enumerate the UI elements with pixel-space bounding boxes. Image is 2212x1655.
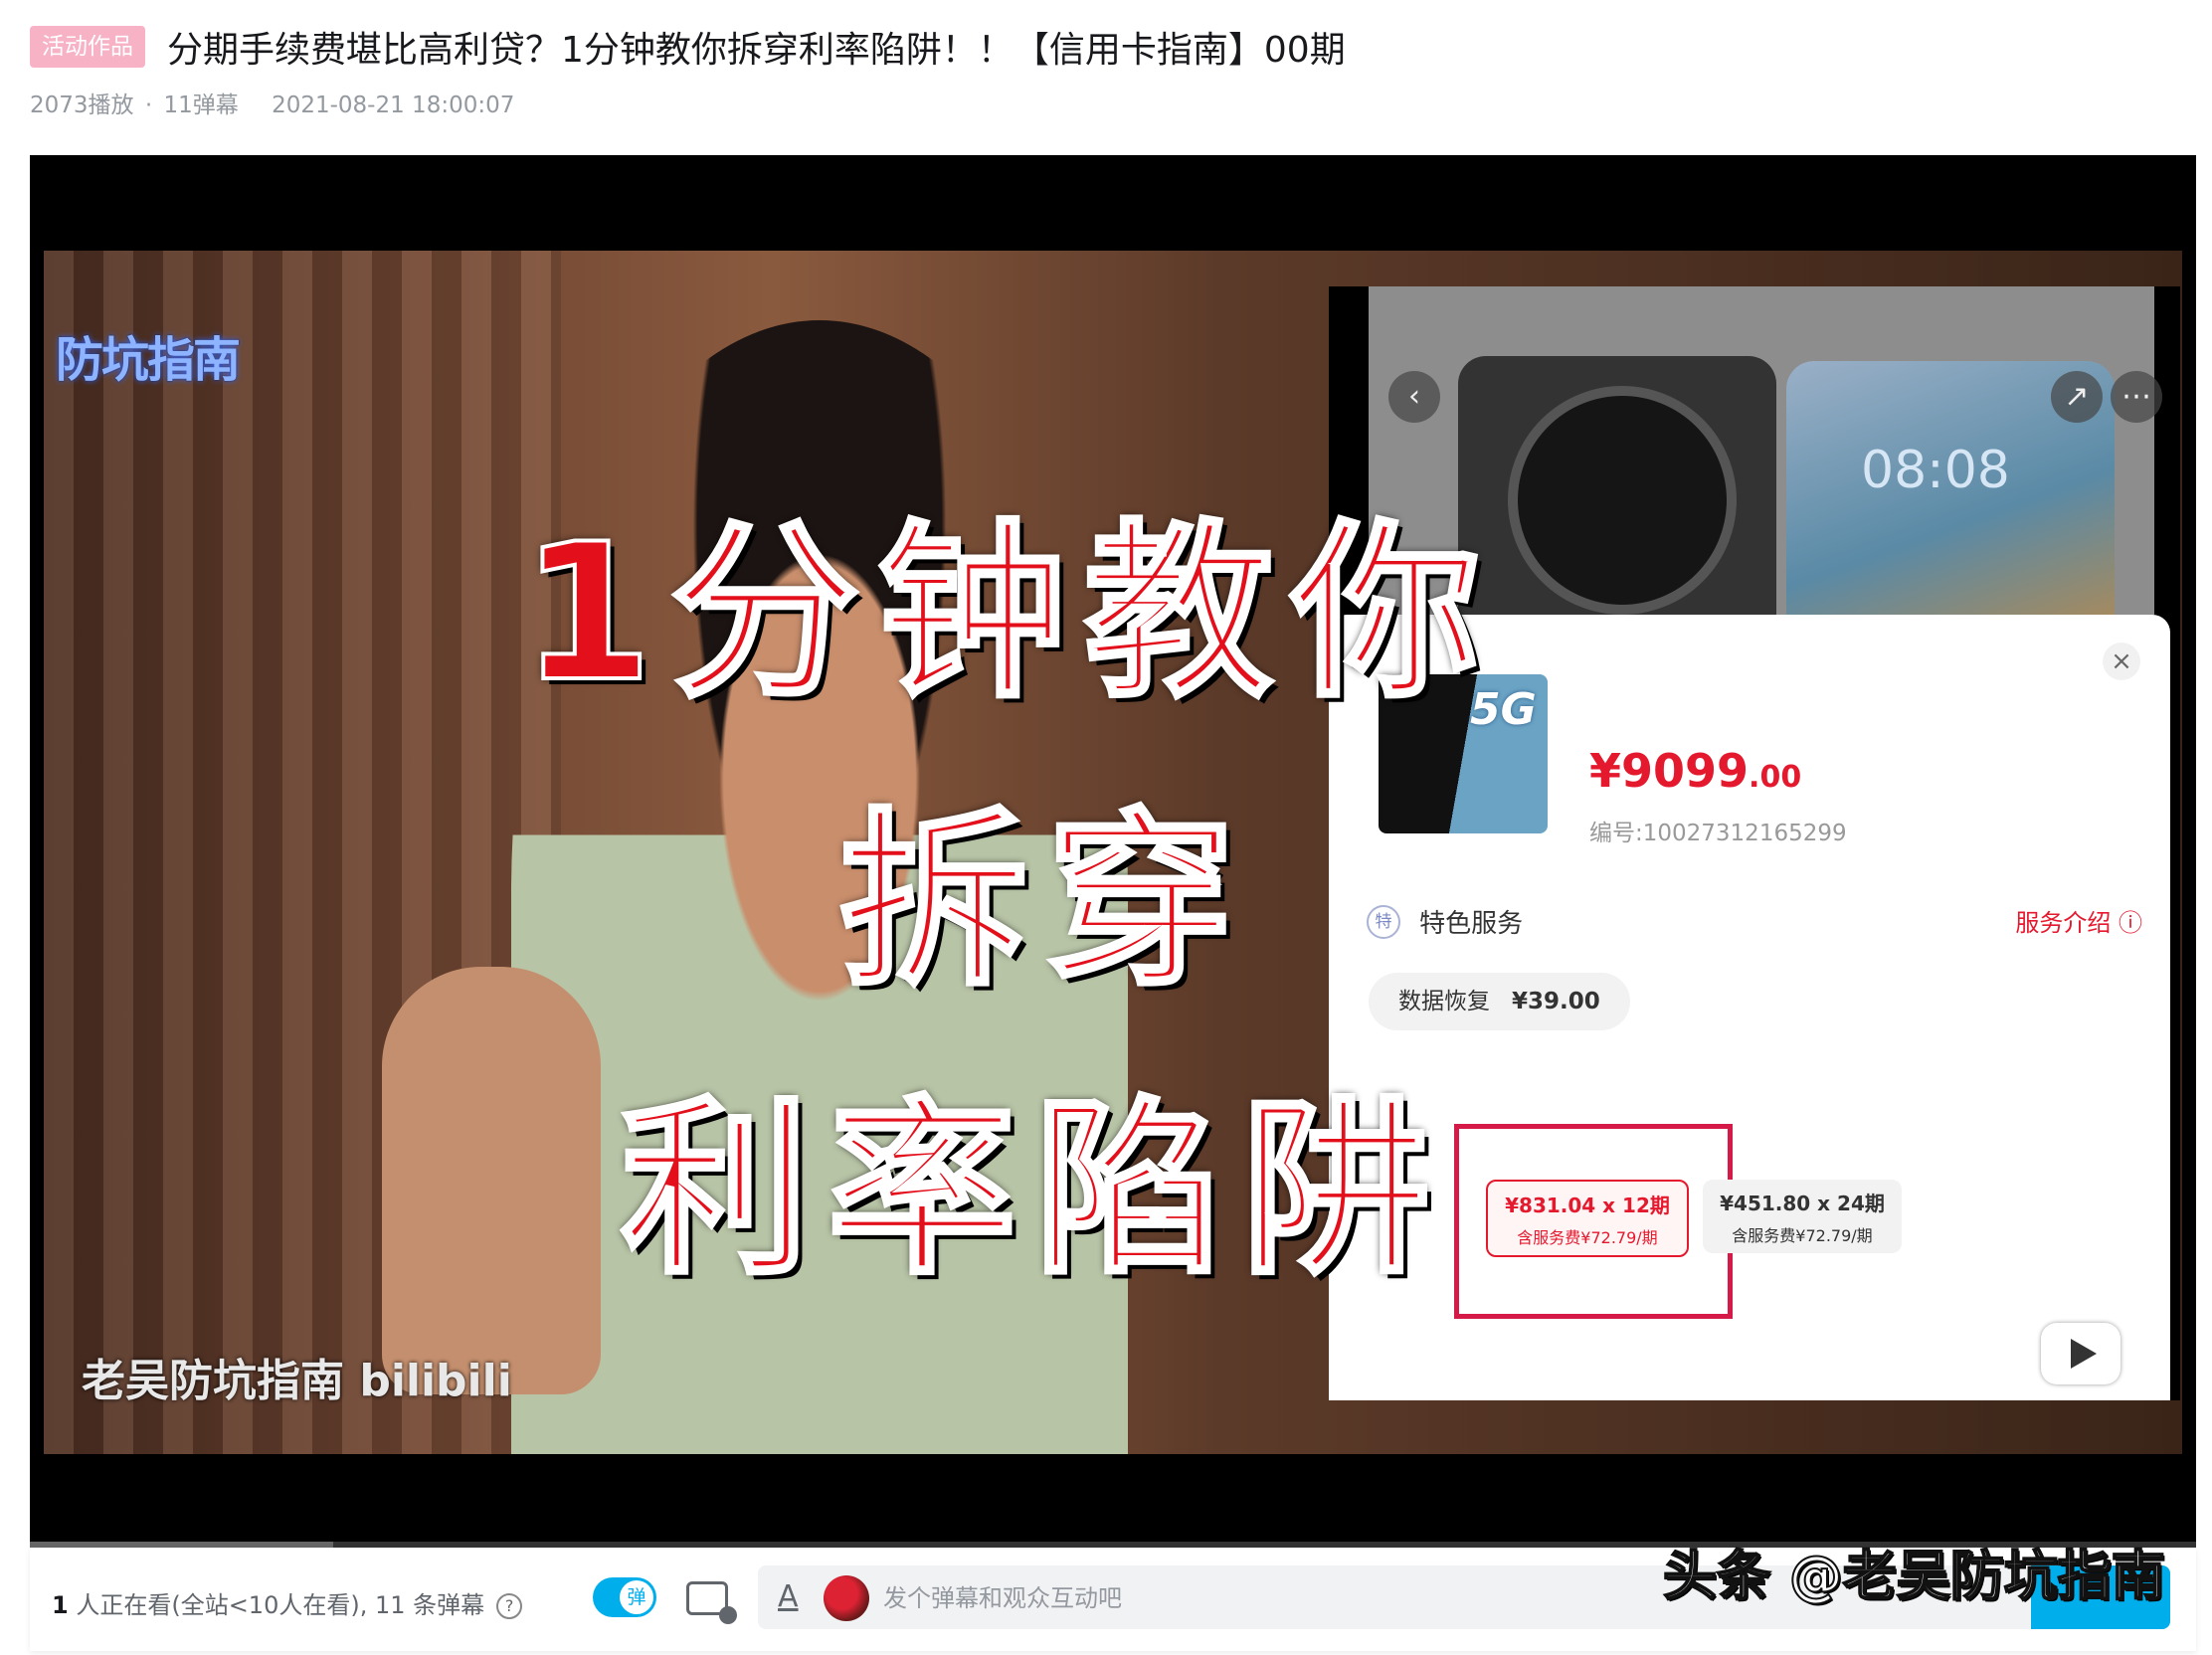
danmaku-input[interactable]: [881, 1565, 1780, 1631]
installment-plan-24: ¥451.80 x 24期 含服务费¥72.79/期: [1703, 1180, 1902, 1253]
product-price: ¥9099.00: [1589, 744, 1802, 798]
avatar[interactable]: [824, 1575, 869, 1621]
special-service-row: 特 特色服务 服务介绍 ⓘ: [1367, 903, 2142, 943]
special-service-icon: 特: [1367, 904, 1400, 939]
service-info-link: 服务介绍 ⓘ: [2015, 909, 2142, 937]
headline-line-2: 拆穿: [837, 790, 1254, 1013]
viewer-count: 1 人正在看(全站<10人在看), 11 条弹幕?: [52, 1585, 523, 1620]
video-player[interactable]: 防坑指南 08:08 ‹ ↗ ⋯ × 5G ¥9099.00 编号:100273…: [30, 155, 2196, 1548]
danmaku-settings-icon[interactable]: [686, 1581, 737, 1624]
phone-screenshot-inset: 08:08 ‹ ↗ ⋯ × 5G ¥9099.00 编号:10027312165…: [1329, 286, 2180, 1400]
headline-line-1: 1分钟教你: [519, 501, 1499, 725]
video-meta: 2073播放 · 11弹幕 2021-08-21 18:00:07: [30, 86, 518, 119]
danmaku-toggle[interactable]: 弹: [593, 1577, 656, 1617]
font-style-icon[interactable]: A: [778, 1579, 799, 1614]
data-recovery-chip: 数据恢复 ¥39.00: [1369, 973, 1630, 1030]
camera-lens: [1508, 386, 1737, 615]
meta-dot: ·: [144, 92, 153, 118]
play-count: 2073播放: [30, 92, 134, 118]
danmaku-count: 11弹幕: [163, 92, 239, 118]
lockscreen-clock: 08:08: [1861, 441, 2010, 500]
close-icon: ×: [2103, 643, 2140, 680]
bilibili-play-icon: [2041, 1323, 2120, 1384]
back-icon: ‹: [1388, 371, 1440, 423]
product-sku: 编号:10027312165299: [1589, 821, 1847, 846]
installment-plan-12: ¥831.04 x 12期 含服务费¥72.79/期: [1486, 1180, 1689, 1257]
video-watermark: 老吴防坑指南 bilibili: [82, 1356, 512, 1406]
special-service-title: 特色服务: [1419, 909, 1524, 939]
title-row: 活动作品 分期手续费堪比高利贷？1分钟教你拆穿利率陷阱！！【信用卡指南】00期: [30, 18, 1346, 76]
headline-line-3: 利率陷阱: [619, 1078, 1449, 1302]
channel-badge: 防坑指南: [56, 332, 241, 388]
video-title: 分期手续费堪比高利贷？1分钟教你拆穿利率陷阱！！【信用卡指南】00期: [167, 30, 1346, 71]
help-icon[interactable]: ?: [496, 1593, 523, 1619]
activity-tag[interactable]: 活动作品: [30, 26, 145, 68]
more-icon: ⋯: [2111, 371, 2162, 423]
publish-date: 2021-08-21 18:00:07: [272, 92, 515, 118]
share-icon: ↗: [2051, 371, 2103, 423]
video-frame[interactable]: 防坑指南 08:08 ‹ ↗ ⋯ × 5G ¥9099.00 编号:100273…: [44, 251, 2182, 1454]
toutiao-watermark: 头条 @老吴防坑指南: [1662, 1544, 2166, 1608]
thumb-gesture: [382, 967, 601, 1394]
